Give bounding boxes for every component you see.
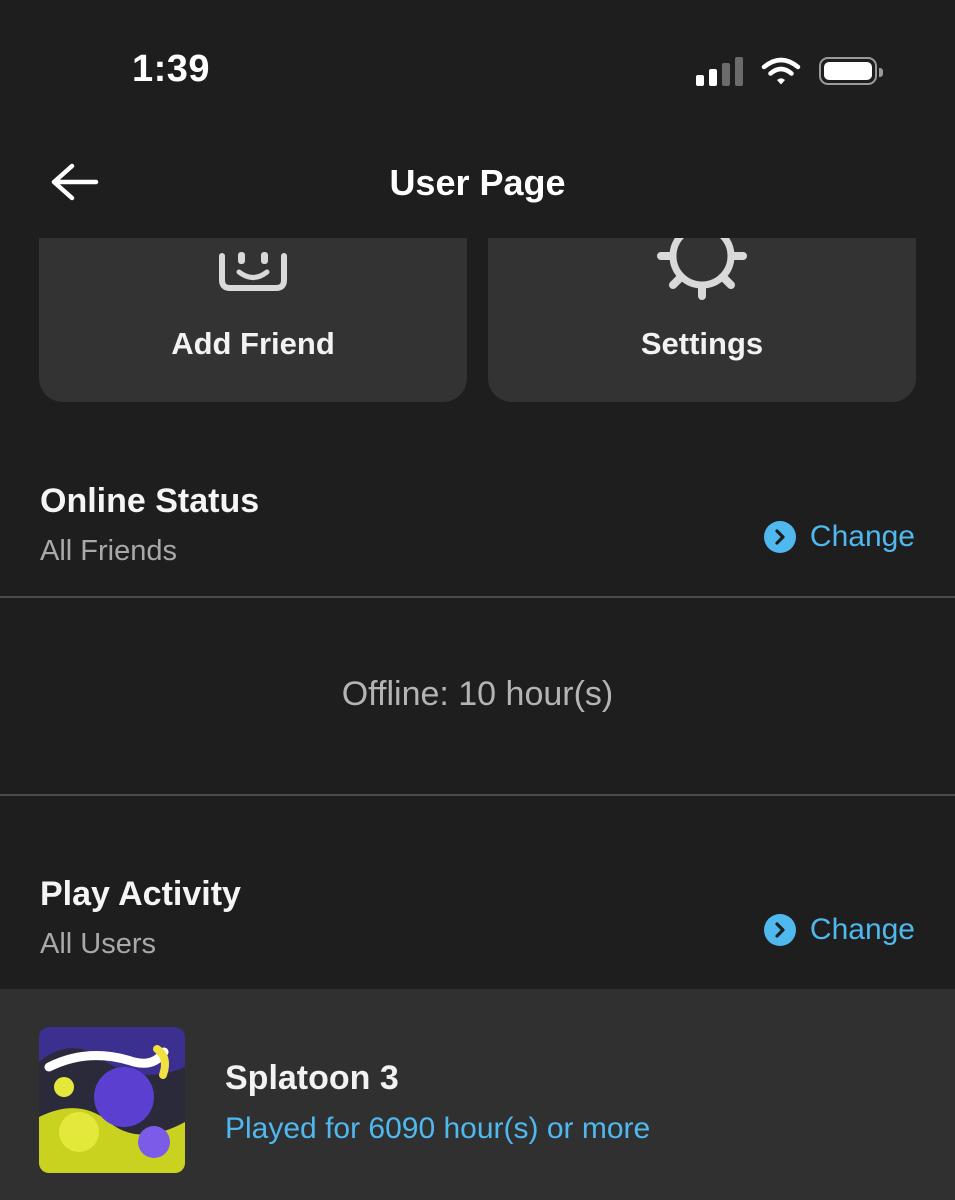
offline-status-text: Offline: 10 hour(s) [341, 675, 614, 713]
change-label: Change [809, 913, 915, 946]
status-bar: 1:39 [0, 0, 955, 140]
game-play-time: Played for 6090 hour(s) or more [225, 1112, 651, 1145]
chevron-right-icon [763, 521, 796, 553]
settings-button[interactable]: Settings [488, 238, 916, 402]
wifi-icon [761, 57, 801, 85]
play-activity-value: All Users [40, 928, 157, 960]
status-icons [696, 54, 883, 88]
game-title: Splatoon 3 [225, 1059, 399, 1097]
battery-icon [819, 57, 883, 85]
play-activity-title: Play Activity [40, 875, 241, 913]
nav-bar: User Page [0, 140, 955, 238]
settings-label: Settings [640, 326, 764, 361]
game-list-item[interactable]: Splatoon 3 Played for 6090 hour(s) or mo… [0, 989, 955, 1200]
divider [0, 596, 955, 598]
add-friend-icon [219, 252, 287, 291]
online-status-change-button[interactable]: Change [763, 520, 915, 554]
change-label: Change [809, 520, 915, 553]
clock: 1:39 [132, 48, 211, 90]
chevron-right-icon [763, 914, 796, 946]
game-cover-image [39, 1027, 185, 1173]
add-friend-button[interactable]: Add Friend [39, 238, 467, 402]
action-cards: Add Friend Settings [0, 238, 955, 402]
add-friend-label: Add Friend [171, 326, 335, 361]
divider [0, 794, 955, 796]
signal-icon [696, 56, 743, 86]
online-status-title: Online Status [40, 482, 260, 520]
gear-icon [657, 238, 747, 300]
online-status-value: All Friends [40, 535, 177, 567]
play-activity-change-button[interactable]: Change [763, 913, 915, 947]
page-title: User Page [389, 162, 566, 203]
